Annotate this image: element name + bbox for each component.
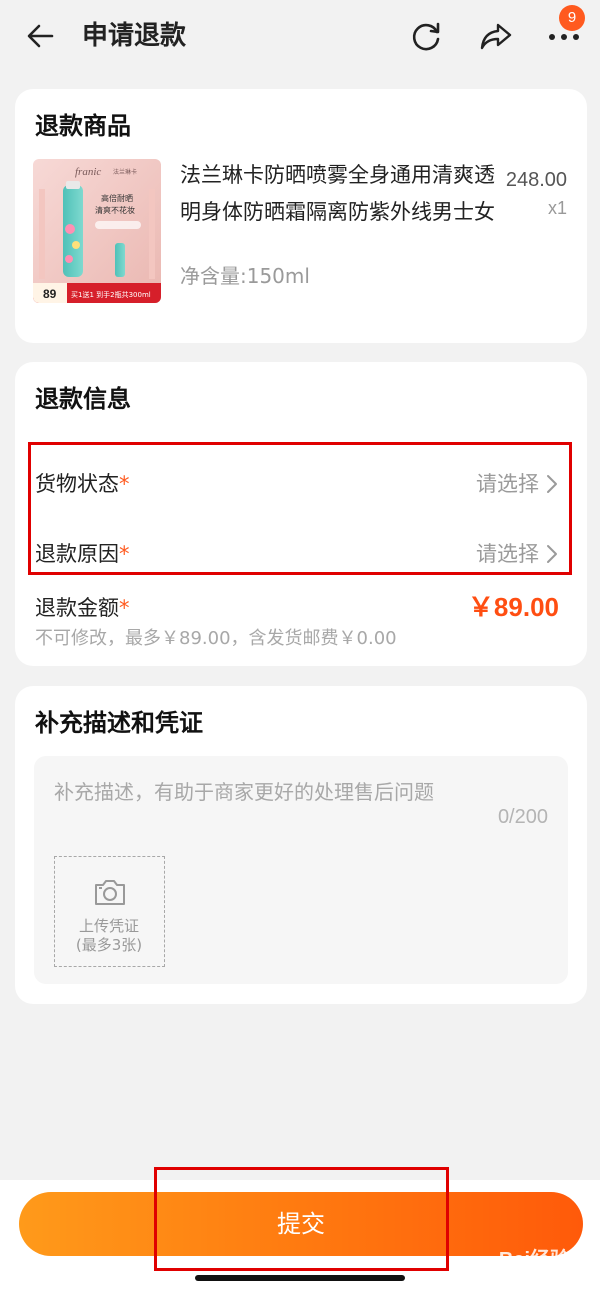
product-name[interactable]: 法兰琳卡防晒喷雾全身通用清爽透明身体防晒霜隔离防紫外线男士女 xyxy=(180,157,500,231)
product-price: 248.00 xyxy=(505,169,567,191)
svg-text:买1送1 到手2瓶共300ml: 买1送1 到手2瓶共300ml xyxy=(71,290,151,299)
refresh-icon[interactable] xyxy=(406,16,446,56)
refund-product-card: 退款商品 franic 法兰琳卡 高倍耐晒 清爽不花妆 89 买1送1 到手2瓶… xyxy=(15,89,587,343)
notification-badge: 9 xyxy=(559,5,585,31)
svg-text:89: 89 xyxy=(43,287,57,301)
upload-evidence-button[interactable]: 上传凭证 (最多3张) xyxy=(54,856,165,967)
svg-text:清爽不花妆: 清爽不花妆 xyxy=(95,205,135,215)
page-title: 申请退款 xyxy=(82,21,187,51)
refund-amount-value: ￥89.00 xyxy=(467,592,559,622)
upload-label: 上传凭证 xyxy=(78,917,139,935)
svg-text:法兰琳卡: 法兰琳卡 xyxy=(113,168,137,176)
refund-amount-note: 不可修改，最多￥89.00，含发货邮费￥0.00 xyxy=(35,628,397,649)
section-title-refund-info: 退款信息 xyxy=(35,385,131,413)
watermark-url: jingyan.baidu.com xyxy=(481,1274,570,1286)
section-title-description: 补充描述和凭证 xyxy=(35,709,203,737)
share-icon[interactable] xyxy=(476,16,516,56)
refund-info-card: 退款信息 货物状态* 请选择 退款原因* 请选择 退款金额* ￥89.00 不可… xyxy=(15,362,587,666)
character-counter: 0/200 xyxy=(497,806,548,828)
home-indicator xyxy=(195,1275,405,1281)
product-thumbnail[interactable]: franic 法兰琳卡 高倍耐晒 清爽不花妆 89 买1送1 到手2瓶共300m… xyxy=(33,159,161,303)
camera-icon xyxy=(95,880,125,905)
description-textarea[interactable]: 补充描述，有助于商家更好的处理售后问题 0/200 上传凭证 (最多3张) xyxy=(34,756,568,984)
upload-limit-note: (最多3张) xyxy=(75,936,143,954)
description-placeholder: 补充描述，有助于商家更好的处理售后问题 xyxy=(54,780,434,804)
top-nav-bar: 申请退款 9 xyxy=(0,0,600,72)
annotation-highlight-box xyxy=(28,442,572,575)
product-image: franic 法兰琳卡 高倍耐晒 清爽不花妆 89 买1送1 到手2瓶共300m… xyxy=(33,159,161,303)
section-title-product: 退款商品 xyxy=(35,112,131,140)
arrow-left-icon[interactable] xyxy=(22,18,58,54)
product-spec: 净含量:150ml xyxy=(180,264,310,288)
description-card: 补充描述和凭证 补充描述，有助于商家更好的处理售后问题 0/200 上传凭证 (… xyxy=(15,686,587,1004)
annotation-highlight-box xyxy=(154,1167,449,1271)
svg-text:franic: franic xyxy=(75,166,101,178)
refund-amount-label: 退款金额* xyxy=(35,596,130,620)
watermark: Bai经验 xyxy=(498,1249,570,1271)
bottom-action-bar: 提交 Bai经验 jingyan.baidu.com xyxy=(0,1167,600,1290)
svg-text:高倍耐晒: 高倍耐晒 xyxy=(101,193,133,203)
product-quantity: x1 xyxy=(547,198,567,218)
